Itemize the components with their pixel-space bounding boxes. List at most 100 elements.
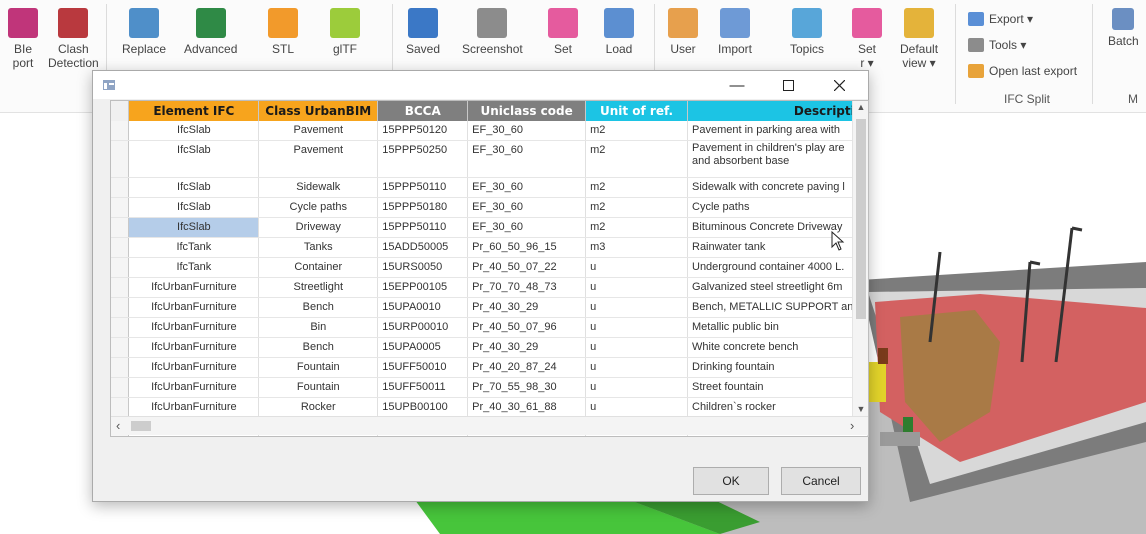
row-header[interactable] [111,377,130,398]
table-cell[interactable]: Pr_40_30_61_88 [467,397,587,418]
table-cell[interactable]: Pavement [258,121,379,141]
table-cell[interactable]: IfcSlab [128,217,260,238]
table-cell[interactable]: 15PPP50250 [377,140,469,178]
row-header[interactable] [111,297,130,318]
table-cell[interactable]: Metallic public bin [687,317,868,338]
row-header[interactable] [111,177,130,198]
table-cell[interactable]: Pr_70_55_98_30 [467,377,587,398]
column-header[interactable]: Unit of ref. [585,101,688,121]
table-cell[interactable]: Rocker [258,397,379,418]
row-header[interactable] [111,237,130,258]
ribbon-advanced-button[interactable]: Advanced [184,8,237,56]
table-cell[interactable]: m2 [585,140,688,178]
table-cell[interactable]: m2 [585,217,688,238]
table-cell[interactable]: Driveway [258,217,379,238]
table-cell[interactable]: 15URP00010 [377,317,469,338]
table-cell[interactable]: Pr_40_20_87_24 [467,357,587,378]
export-button[interactable]: Export ▾ [968,12,1033,26]
table-cell[interactable]: u [585,377,688,398]
ribbon-gltf-button[interactable]: glTF [330,8,360,56]
table-cell[interactable]: 15PPP50120 [377,121,469,141]
table-cell[interactable]: Container [258,257,379,278]
ribbon-set2-button[interactable]: Set r ▾ [852,8,882,70]
ribbon-user-button[interactable]: User [668,8,698,56]
ok-button[interactable]: OK [693,467,769,495]
table-cell[interactable]: 15ADD50005 [377,237,469,258]
data-grid[interactable]: Element IFC Class UrbanBIM BCCA Uniclass co… [110,100,869,437]
row-header[interactable] [111,257,130,278]
ribbon-batch-button[interactable]: Batch [1108,8,1139,48]
table-cell[interactable]: 15PPP50110 [377,177,469,198]
column-header[interactable]: BCCA [377,101,469,121]
ribbon-topics-button[interactable]: Topics [790,8,824,56]
row-header[interactable] [111,357,130,378]
table-row[interactable]: IfcSlab Pavement 15PPP50120 EF_30_60 m2 Pavem… [111,121,868,141]
table-cell[interactable]: Pr_40_30_29 [467,297,587,318]
table-row[interactable]: IfcUrbanFurniture Bench 15UPA0010 Pr_40_30_… [111,297,868,318]
table-cell[interactable]: Pr_40_30_29 [467,337,587,358]
table-cell[interactable]: Streetlight [258,277,379,298]
row-header[interactable] [111,197,130,218]
table-cell[interactable]: EF_30_60 [467,121,587,141]
table-cell[interactable]: 15URS0050 [377,257,469,278]
maximize-button[interactable] [765,71,811,99]
table-cell[interactable]: u [585,277,688,298]
table-cell[interactable]: IfcUrbanFurniture [128,337,260,358]
table-cell[interactable]: IfcSlab [128,197,260,218]
table-cell[interactable]: IfcUrbanFurniture [128,357,260,378]
table-cell[interactable]: Street fountain [687,377,868,398]
column-header[interactable]: Uniclass code [467,101,587,121]
table-row[interactable]: IfcUrbanFurniture Streetlight 15EPP00105 Pr… [111,277,868,298]
table-cell[interactable]: u [585,337,688,358]
scroll-up-icon[interactable]: ▲ [853,102,868,112]
table-cell[interactable]: IfcUrbanFurniture [128,297,260,318]
table-cell[interactable]: 15PPP50180 [377,197,469,218]
scroll-right-icon[interactable]: › [850,418,854,433]
table-cell[interactable]: IfcSlab [128,177,260,198]
table-cell[interactable]: IfcSlab [128,121,260,141]
table-cell[interactable]: Cycle paths [258,197,379,218]
horizontal-scroll-thumb[interactable] [131,421,151,431]
column-header[interactable]: Class UrbanBIM [258,101,379,121]
table-cell[interactable]: 15UPA0010 [377,297,469,318]
ribbon-clash-button[interactable]: Clash Detection [48,8,99,70]
scroll-down-icon[interactable]: ▼ [853,404,868,414]
table-cell[interactable]: Cycle paths [687,197,868,218]
ribbon-stl-button[interactable]: STL [268,8,298,56]
dialog-titlebar[interactable]: — [93,71,868,99]
row-header[interactable] [111,317,130,338]
table-cell[interactable]: m2 [585,121,688,141]
table-row[interactable]: IfcSlab Driveway 15PPP50110 EF_30_60 m2 Bitum… [111,217,868,238]
table-cell[interactable]: IfcSlab [128,140,260,178]
table-cell[interactable]: IfcUrbanFurniture [128,397,260,418]
table-cell[interactable]: Bin [258,317,379,338]
table-cell[interactable]: Fountain [258,377,379,398]
table-cell[interactable]: Tanks [258,237,379,258]
table-cell[interactable]: 15UFF50011 [377,377,469,398]
table-row[interactable]: IfcTank Tanks 15ADD50005 Pr_60_50_96_15 m3 Ra… [111,237,868,258]
table-cell[interactable]: EF_30_60 [467,177,587,198]
table-cell[interactable]: Galvanized steel streetlight 6m [687,277,868,298]
table-cell[interactable]: u [585,297,688,318]
table-row[interactable]: IfcUrbanFurniture Fountain 15UFF50010 Pr_40… [111,357,868,378]
table-row[interactable]: IfcUrbanFurniture Fountain 15UFF50011 Pr_70… [111,377,868,398]
table-cell[interactable]: Pr_60_50_96_15 [467,237,587,258]
table-cell[interactable]: 15UPB00100 [377,397,469,418]
ribbon-cobie-button[interactable]: BIe port [8,8,38,70]
table-row[interactable]: IfcSlab Cycle paths 15PPP50180 EF_30_60 m2 Cy… [111,197,868,218]
cancel-button[interactable]: Cancel [781,467,861,495]
table-cell[interactable]: IfcUrbanFurniture [128,377,260,398]
table-cell[interactable]: m3 [585,237,688,258]
table-cell[interactable]: Bench, METALLIC SUPPORT an [687,297,868,318]
ribbon-import-button[interactable]: Import [718,8,752,56]
table-cell[interactable]: u [585,317,688,338]
row-header[interactable] [111,277,130,298]
table-cell[interactable]: Children`s rocker [687,397,868,418]
column-header[interactable]: Descriptio [687,101,868,121]
table-cell[interactable]: IfcTank [128,257,260,278]
minimize-button[interactable]: — [714,71,760,99]
table-cell[interactable]: 15UPA0005 [377,337,469,358]
ribbon-replace-button[interactable]: Replace [122,8,166,56]
row-header[interactable] [111,337,130,358]
table-cell[interactable]: 15UFF50010 [377,357,469,378]
